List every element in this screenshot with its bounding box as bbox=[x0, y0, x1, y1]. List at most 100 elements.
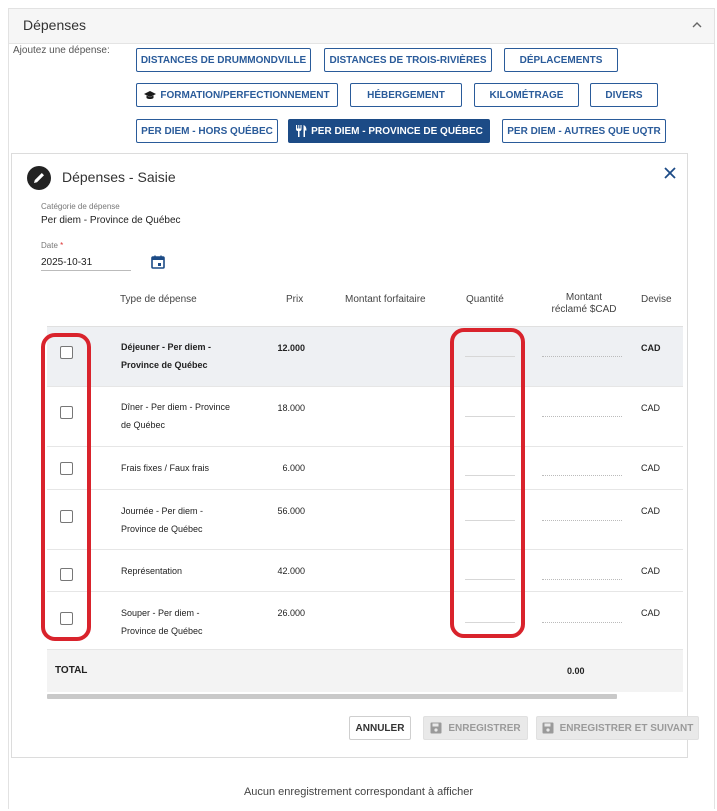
category-button-kilometrage[interactable]: KILOMÉTRAGE bbox=[474, 83, 579, 107]
category-button-per-diem-hors-quebec[interactable]: PER DIEM - HORS QUÉBEC bbox=[136, 119, 278, 143]
empty-records-message: Aucun enregistrement correspondant à aff… bbox=[243, 786, 474, 798]
save-button-label: ENREGISTRER bbox=[448, 722, 521, 734]
column-header-devise: Devise bbox=[641, 294, 672, 305]
table-row[interactable]: Déjeuner - Per diem - Province de Québec… bbox=[47, 327, 683, 387]
row-currency: CAD bbox=[641, 506, 661, 516]
column-header-montant-line2: réclamé $CAD bbox=[551, 304, 617, 315]
table-row[interactable]: Journée - Per diem - Province de Québec … bbox=[47, 490, 683, 550]
row-checkbox[interactable] bbox=[60, 406, 73, 419]
row-price: 18.000 bbox=[277, 403, 305, 413]
save-and-next-button[interactable]: ENREGISTRER ET SUIVANT bbox=[536, 716, 699, 740]
category-button-label: PER DIEM - PROVINCE DE QUÉBEC bbox=[311, 125, 483, 137]
panel-title: Dépenses - Saisie bbox=[62, 169, 176, 185]
date-label-group: Date * bbox=[41, 241, 63, 250]
category-button-deplacements[interactable]: DÉPLACEMENTS bbox=[504, 48, 618, 72]
table-row[interactable]: Frais fixes / Faux frais 6.000 CAD bbox=[47, 447, 683, 490]
row-type: Frais fixes / Faux frais bbox=[121, 463, 210, 473]
column-header-type: Type de dépense bbox=[120, 294, 197, 305]
table-row[interactable]: Dîner - Per diem - Province de Québec 18… bbox=[47, 387, 683, 447]
row-checkbox[interactable] bbox=[60, 612, 73, 625]
category-button-label: HÉBERGEMENT bbox=[367, 89, 445, 101]
row-price: 26.000 bbox=[277, 608, 305, 618]
row-currency: CAD bbox=[641, 403, 661, 413]
category-button-divers[interactable]: DIVERS bbox=[590, 83, 658, 107]
category-button-label: DISTANCES DE DRUMMONDVILLE bbox=[140, 54, 307, 66]
row-checkbox[interactable] bbox=[60, 462, 73, 475]
add-expense-label: Ajoutez une dépense: bbox=[13, 45, 110, 56]
close-icon[interactable] bbox=[663, 166, 677, 180]
column-header-montant-line1: Montant bbox=[565, 292, 603, 303]
row-type: Journée - Per diem - Province de Québec bbox=[121, 506, 204, 534]
category-button-label: DÉPLACEMENTS bbox=[519, 54, 603, 66]
amount-input[interactable] bbox=[542, 504, 622, 521]
row-price: 6.000 bbox=[282, 463, 305, 473]
quantity-input[interactable] bbox=[465, 459, 515, 476]
save-and-next-button-label: ENREGISTRER ET SUIVANT bbox=[559, 722, 694, 734]
total-label: TOTAL bbox=[55, 665, 88, 676]
save-button[interactable]: ENREGISTRER bbox=[423, 716, 528, 740]
date-input[interactable] bbox=[41, 254, 131, 271]
quantity-input[interactable] bbox=[465, 563, 515, 580]
row-price: 12.000 bbox=[277, 343, 305, 353]
required-mark: * bbox=[60, 241, 64, 250]
category-button-per-diem-province-quebec[interactable]: PER DIEM - PROVINCE DE QUÉBEC bbox=[288, 119, 490, 143]
row-type: Souper - Per diem - Province de Québec bbox=[121, 608, 203, 636]
save-icon bbox=[430, 722, 442, 734]
category-button-hebergement[interactable]: HÉBERGEMENT bbox=[350, 83, 462, 107]
category-button-label: FORMATION/PERFECTIONNEMENT bbox=[160, 89, 330, 101]
quantity-input[interactable] bbox=[465, 340, 515, 357]
category-button-label: PER DIEM - AUTRES QUE UQTR bbox=[507, 125, 661, 137]
column-header-quantite: Quantité bbox=[466, 294, 504, 305]
save-icon bbox=[542, 722, 554, 734]
graduation-cap-icon bbox=[144, 91, 157, 100]
amount-input[interactable] bbox=[542, 340, 622, 357]
row-type: Dîner - Per diem - Province de Québec bbox=[121, 402, 231, 430]
row-type: Déjeuner - Per diem - Province de Québec bbox=[121, 342, 212, 370]
column-header-prix: Prix bbox=[286, 294, 304, 305]
category-button-distances-drummondville[interactable]: DISTANCES DE DRUMMONDVILLE bbox=[136, 48, 311, 72]
amount-input[interactable] bbox=[542, 400, 622, 417]
date-label: Date bbox=[41, 241, 58, 250]
horizontal-scrollbar[interactable] bbox=[47, 694, 617, 699]
section-title: Dépenses bbox=[23, 17, 87, 33]
cancel-button-label: ANNULER bbox=[355, 722, 405, 734]
row-currency: CAD bbox=[641, 343, 661, 353]
total-value: 0.00 bbox=[567, 666, 585, 676]
pencil-icon bbox=[27, 166, 51, 190]
total-row: TOTAL 0.00 bbox=[47, 650, 683, 692]
category-button-distances-trois-rivieres[interactable]: DISTANCES DE TROIS-RIVIÈRES bbox=[324, 48, 492, 72]
table-row[interactable]: Représentation 42.000 CAD bbox=[47, 550, 683, 592]
amount-input[interactable] bbox=[542, 563, 622, 580]
amount-input[interactable] bbox=[542, 459, 622, 476]
category-button-label: KILOMÉTRAGE bbox=[489, 89, 564, 101]
row-price: 56.000 bbox=[277, 506, 305, 516]
category-value: Per diem - Province de Québec bbox=[41, 215, 181, 226]
row-checkbox[interactable] bbox=[60, 568, 73, 581]
category-button-label: DIVERS bbox=[605, 89, 643, 101]
row-currency: CAD bbox=[641, 463, 661, 473]
row-price: 42.000 bbox=[277, 566, 305, 576]
row-checkbox[interactable] bbox=[60, 510, 73, 523]
chevron-up-icon[interactable] bbox=[690, 18, 704, 32]
cancel-button[interactable]: ANNULER bbox=[349, 716, 411, 740]
row-currency: CAD bbox=[641, 608, 661, 618]
section-header[interactable]: Dépenses bbox=[9, 9, 714, 44]
column-header-forfait: Montant forfaitaire bbox=[345, 294, 426, 305]
row-type: Représentation bbox=[121, 566, 183, 576]
quantity-input[interactable] bbox=[465, 504, 515, 521]
category-label: Catégorie de dépense bbox=[41, 202, 120, 211]
category-button-label: DISTANCES DE TROIS-RIVIÈRES bbox=[329, 54, 487, 66]
category-button-formation[interactable]: FORMATION/PERFECTIONNEMENT bbox=[136, 83, 338, 107]
column-header-montant: Montant réclamé $CAD bbox=[544, 292, 624, 316]
calendar-icon[interactable] bbox=[151, 255, 165, 269]
category-button-label: PER DIEM - HORS QUÉBEC bbox=[141, 125, 273, 137]
amount-input[interactable] bbox=[542, 606, 622, 623]
utensils-icon bbox=[296, 125, 307, 137]
row-checkbox[interactable] bbox=[60, 346, 73, 359]
quantity-input[interactable] bbox=[465, 606, 515, 623]
row-currency: CAD bbox=[641, 566, 661, 576]
quantity-input[interactable] bbox=[465, 400, 515, 417]
category-button-per-diem-autres-uqtr[interactable]: PER DIEM - AUTRES QUE UQTR bbox=[502, 119, 666, 143]
expense-entry-panel: Dépenses - Saisie Catégorie de dépense P… bbox=[11, 153, 699, 758]
table-row[interactable]: Souper - Per diem - Province de Québec 2… bbox=[47, 592, 683, 650]
